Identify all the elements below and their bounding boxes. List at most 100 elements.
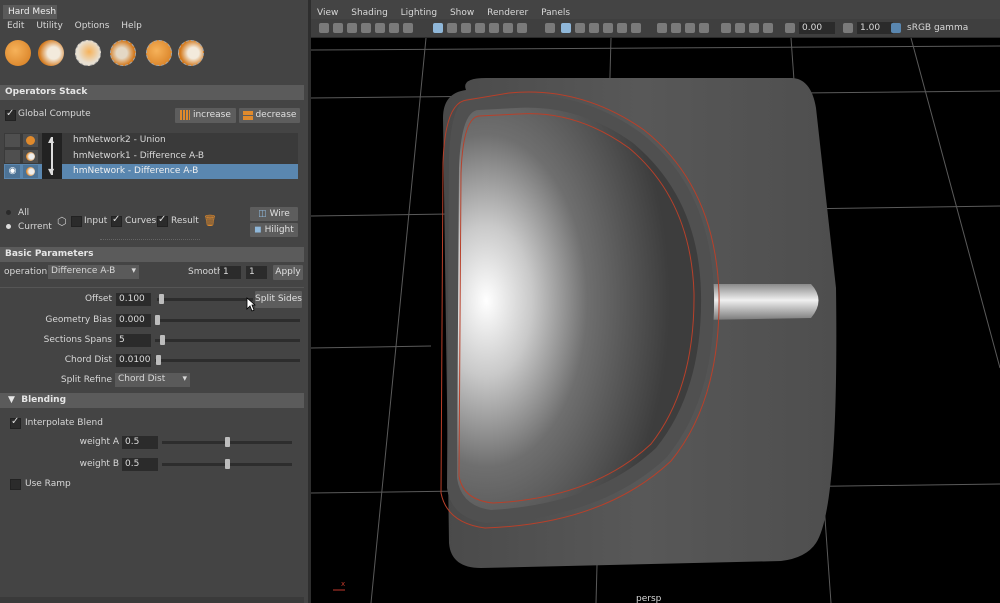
weight-b-field[interactable]: 0.5 bbox=[122, 458, 158, 471]
operation-dropdown[interactable]: Difference A-B ▾ bbox=[48, 265, 139, 279]
menu-show[interactable]: Show bbox=[450, 8, 474, 18]
decrease-button[interactable]: decrease bbox=[239, 108, 300, 123]
sections-spans-field[interactable]: 5 bbox=[116, 334, 151, 347]
visibility-toggle[interactable] bbox=[5, 150, 20, 163]
shadows-icon[interactable] bbox=[617, 23, 627, 33]
eye-icon[interactable]: ◉ bbox=[5, 165, 20, 178]
hard-mesh-panel: Hard Mesh Edit Utility Options Help Oper… bbox=[0, 0, 308, 603]
input-checkbox[interactable] bbox=[71, 216, 82, 227]
result-checkbox[interactable] bbox=[157, 214, 168, 227]
bookmark-icon[interactable] bbox=[347, 23, 357, 33]
weight-a-field[interactable]: 0.5 bbox=[122, 436, 158, 449]
exposure-field[interactable]: 0.00 bbox=[799, 22, 835, 34]
color-management-icon[interactable] bbox=[891, 23, 901, 33]
increase-button[interactable]: increase bbox=[175, 108, 236, 123]
geometry-bias-field[interactable]: 0.000 bbox=[116, 314, 151, 327]
trash-icon[interactable]: 🗑 bbox=[203, 214, 217, 227]
motion-blur-icon[interactable] bbox=[671, 23, 681, 33]
gamma-icon[interactable] bbox=[843, 23, 853, 33]
panel-title-tab[interactable]: Hard Mesh bbox=[3, 5, 57, 19]
intersect-tool-icon[interactable] bbox=[75, 40, 101, 66]
offset-slider[interactable] bbox=[157, 298, 253, 301]
geometry-bias-slider[interactable] bbox=[155, 319, 300, 322]
screen-space-ao-icon[interactable] bbox=[657, 23, 667, 33]
sections-spans-slider[interactable] bbox=[155, 339, 300, 342]
reorder-arrows-icon[interactable]: ▲ ▼ bbox=[42, 133, 62, 179]
menu-edit[interactable]: Edit bbox=[7, 21, 24, 31]
textured-icon[interactable] bbox=[589, 23, 599, 33]
wireframe-on-shaded-icon[interactable] bbox=[575, 23, 585, 33]
menu-shading[interactable]: Shading bbox=[351, 8, 388, 18]
camera-attributes-icon[interactable] bbox=[333, 23, 343, 33]
2d-pan-icon[interactable] bbox=[389, 23, 399, 33]
global-compute-checkbox[interactable] bbox=[5, 108, 16, 121]
use-all-lights-icon[interactable] bbox=[603, 23, 613, 33]
split-tool-icon[interactable] bbox=[110, 40, 136, 66]
current-radio[interactable] bbox=[6, 224, 11, 229]
smooth-field-1[interactable]: 1 bbox=[220, 266, 241, 279]
xray-active-components-icon[interactable] bbox=[735, 23, 745, 33]
menu-options[interactable]: Options bbox=[75, 21, 110, 31]
xray-icon[interactable] bbox=[721, 23, 731, 33]
all-radio[interactable] bbox=[6, 210, 11, 215]
depth-of-field-icon[interactable] bbox=[699, 23, 709, 33]
wire-button[interactable]: ◫ Wire bbox=[250, 207, 298, 221]
menu-lighting[interactable]: Lighting bbox=[401, 8, 437, 18]
merge-tool-icon[interactable] bbox=[146, 40, 172, 66]
geometry-bias-slider-handle[interactable] bbox=[155, 315, 160, 325]
offset-slider-handle[interactable] bbox=[159, 294, 164, 304]
cylinder-mesh[interactable] bbox=[699, 284, 819, 320]
operators-stack-header[interactable]: Operators Stack bbox=[0, 85, 304, 100]
field-chart-icon[interactable] bbox=[489, 23, 499, 33]
grid-icon[interactable] bbox=[433, 23, 443, 33]
smooth-field-2[interactable]: 1 bbox=[246, 266, 267, 279]
basic-parameters-header[interactable]: Basic Parameters bbox=[0, 247, 304, 262]
divider bbox=[0, 287, 304, 288]
grease-pencil-icon[interactable] bbox=[375, 23, 385, 33]
split-refine-dropdown[interactable]: Chord Dist ▾ bbox=[115, 373, 190, 387]
slice-tool-icon[interactable] bbox=[178, 40, 204, 66]
chord-dist-field[interactable]: 0.010000 bbox=[116, 354, 151, 367]
safe-action-icon[interactable] bbox=[503, 23, 513, 33]
backface-culling-icon[interactable] bbox=[763, 23, 773, 33]
interpolate-blend-checkbox[interactable] bbox=[10, 416, 21, 429]
use-ramp-checkbox[interactable] bbox=[10, 479, 21, 490]
hilight-button[interactable]: ◼ Hilight bbox=[250, 223, 298, 237]
curves-checkbox[interactable] bbox=[111, 214, 122, 227]
union-tool-icon[interactable] bbox=[5, 40, 31, 66]
chord-dist-slider-handle[interactable] bbox=[156, 355, 161, 365]
menu-renderer[interactable]: Renderer bbox=[487, 8, 528, 18]
wireframe-icon[interactable] bbox=[545, 23, 555, 33]
isolate-icon[interactable] bbox=[631, 23, 641, 33]
split-sides-button[interactable]: Split Sides bbox=[255, 291, 302, 308]
image-plane-icon[interactable] bbox=[361, 23, 371, 33]
menu-view[interactable]: View bbox=[317, 8, 338, 18]
safe-title-icon[interactable] bbox=[517, 23, 527, 33]
camera-icon[interactable] bbox=[319, 23, 329, 33]
menu-help[interactable]: Help bbox=[121, 21, 142, 31]
weight-a-slider-handle[interactable] bbox=[225, 437, 230, 447]
exposure-icon[interactable] bbox=[785, 23, 795, 33]
gamma-field[interactable]: 1.00 bbox=[857, 22, 893, 34]
film-gate-icon[interactable] bbox=[447, 23, 457, 33]
viewport-canvas[interactable] bbox=[311, 38, 1000, 603]
smooth-shade-icon[interactable] bbox=[561, 23, 571, 33]
splitter-handle[interactable] bbox=[100, 239, 200, 240]
color-space-label[interactable]: sRGB gamma bbox=[907, 23, 968, 33]
offset-field[interactable]: 0.100 bbox=[116, 293, 151, 306]
chord-dist-slider[interactable] bbox=[155, 359, 300, 362]
difference-tool-icon[interactable] bbox=[38, 40, 64, 66]
resolution-gate-icon[interactable] bbox=[461, 23, 471, 33]
visibility-toggle[interactable] bbox=[5, 134, 20, 147]
weight-b-slider-handle[interactable] bbox=[225, 459, 230, 469]
horizontal-scrollbar[interactable] bbox=[0, 597, 304, 603]
apply-button[interactable]: Apply bbox=[273, 265, 303, 280]
menu-utility[interactable]: Utility bbox=[36, 21, 62, 31]
sections-spans-slider-handle[interactable] bbox=[160, 335, 165, 345]
xray-joints-icon[interactable] bbox=[749, 23, 759, 33]
snapshot-icon[interactable] bbox=[403, 23, 413, 33]
gate-mask-icon[interactable] bbox=[475, 23, 485, 33]
multisample-aa-icon[interactable] bbox=[685, 23, 695, 33]
blending-header[interactable]: ▼ Blending bbox=[0, 393, 304, 408]
menu-panels[interactable]: Panels bbox=[541, 8, 570, 18]
